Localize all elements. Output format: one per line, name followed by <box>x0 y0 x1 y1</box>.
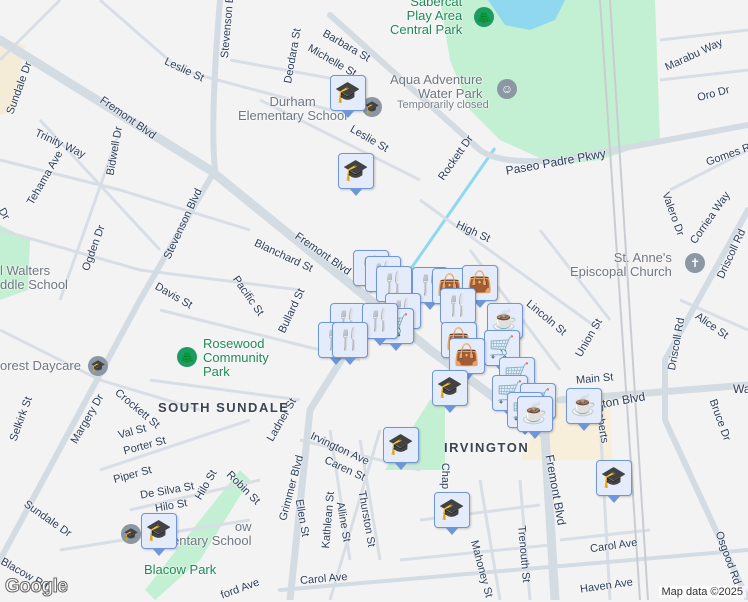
area-south-sundale: SOUTH SUNDALE <box>158 400 290 415</box>
driscoll-osgood-rd <box>662 207 748 600</box>
school-icon: 🎓 <box>600 466 628 489</box>
daycare-icon[interactable]: 🎓 <box>88 356 108 376</box>
area-irvington: IRVINGTON <box>444 440 530 455</box>
coffee-cup-icon: ☕ <box>570 394 598 417</box>
school-marker[interactable]: 🎓 <box>141 513 177 556</box>
shopping-bag-icon: 👜 <box>453 344 481 367</box>
school-marker[interactable]: 🎓 <box>338 153 374 196</box>
street-label: Wa <box>733 382 748 396</box>
church-icon[interactable]: ✝ <box>685 253 705 273</box>
school-icon: 🎓 <box>436 376 464 399</box>
school-icon: 🎓 <box>145 519 173 542</box>
school-marker[interactable]: 🎓 <box>432 370 468 413</box>
street-label: Chap <box>439 462 452 490</box>
place-aqua-adventure[interactable]: Aqua Adventure Water Park <box>390 73 483 101</box>
google-logo: Google <box>4 576 68 598</box>
fork-knife-icon: 🍴 <box>336 328 364 351</box>
place-status: Temporarily closed <box>397 99 489 111</box>
school-marker[interactable]: 🎓 <box>330 75 366 118</box>
fork-knife-icon: 🍴 <box>444 294 472 317</box>
place-blacow-elementary[interactable]: ow entary School <box>172 520 252 548</box>
map-data-attribution[interactable]: Map data ©2025 <box>658 586 746 598</box>
restaurant-marker[interactable]: 🍴 <box>332 322 368 365</box>
shopping-marker[interactable]: 👜 <box>449 338 485 381</box>
restaurant-marker[interactable]: 🍴 <box>440 288 476 331</box>
school-icon: 🎓 <box>334 81 362 104</box>
park-icon[interactable]: 🌲 <box>177 347 197 367</box>
school-marker[interactable]: 🎓 <box>596 460 632 503</box>
place-blacow-park[interactable]: Blacow Park <box>144 563 216 577</box>
school-poi-icon[interactable]: 🎓 <box>121 524 141 544</box>
map-canvas[interactable] <box>0 0 748 600</box>
place-st-annes-church[interactable]: St. Anne's Episcopal Church <box>570 251 672 279</box>
school-icon: 🎓 <box>342 159 370 182</box>
park-icon[interactable]: 🌲 <box>474 7 494 27</box>
place-central-park[interactable]: Sabercat Play Area Central Park <box>390 0 462 37</box>
school-icon: 🎓 <box>387 433 415 456</box>
water-park-icon[interactable]: ☺ <box>497 79 517 99</box>
coffee-marker[interactable]: ☕ <box>566 388 602 431</box>
place-rosewood-park[interactable]: Rosewood Community Park <box>203 337 269 379</box>
coffee-marker[interactable]: ☕ <box>517 396 553 439</box>
school-marker[interactable]: 🎓 <box>383 427 419 470</box>
place-walters-middle-school[interactable]: l Walters ddle School <box>0 264 68 292</box>
school-icon: 🎓 <box>438 498 466 521</box>
fork-knife-icon: 🍴 <box>366 309 394 332</box>
coffee-cup-icon: ☕ <box>521 402 549 425</box>
school-marker[interactable]: 🎓 <box>434 492 470 535</box>
place-forest-daycare[interactable]: orest Daycare <box>0 359 81 373</box>
